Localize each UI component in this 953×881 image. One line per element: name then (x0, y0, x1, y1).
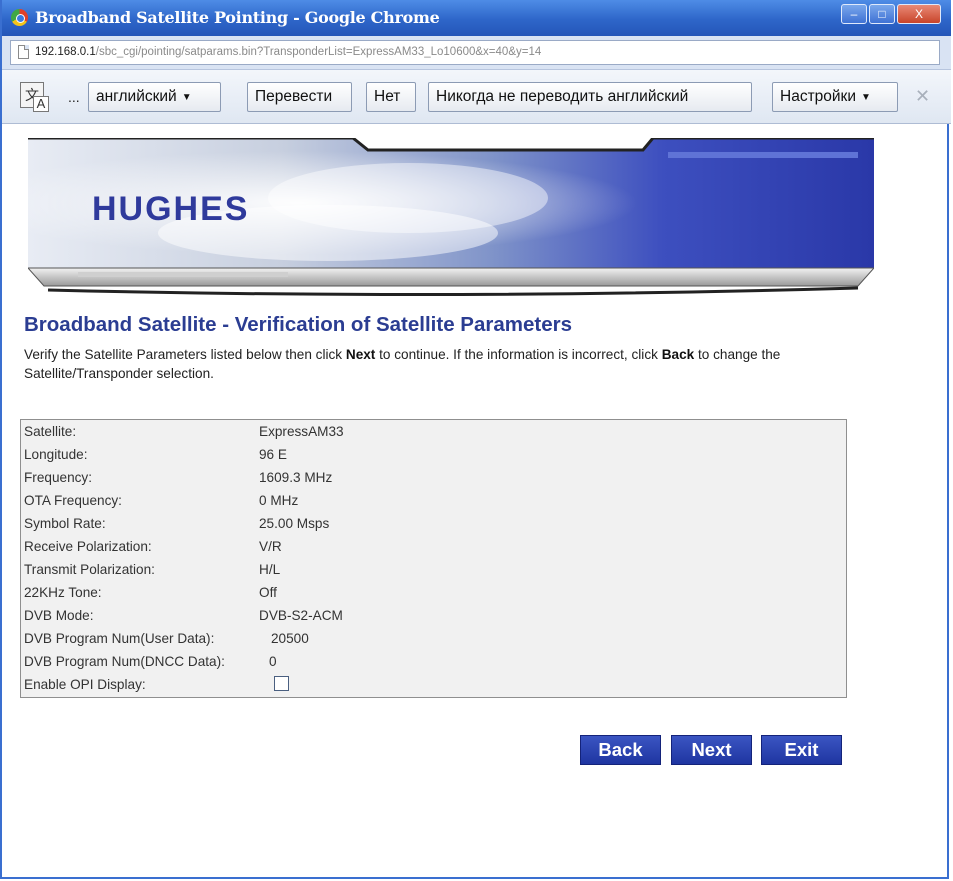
translate-button[interactable]: Перевести (247, 82, 352, 112)
settings-button-label: Настройки (780, 88, 857, 105)
translate-icon-letter: A (33, 96, 49, 112)
next-button[interactable]: Next (671, 735, 752, 765)
satellite-params-panel: Satellite: ExpressAM33 Longitude: 96 E F… (20, 419, 847, 698)
param-value: 20500 (271, 631, 309, 646)
param-value: 25.00 Msps (259, 516, 330, 531)
hughes-banner: HUGHES (28, 138, 874, 297)
address-bar: 192.168.0.1/sbc_cgi/pointing/satparams.b… (2, 36, 951, 70)
param-label: Frequency: (24, 470, 93, 485)
param-label: DVB Program Num(DNCC Data): (24, 654, 225, 669)
close-icon[interactable]: ✕ (915, 86, 930, 107)
maximize-button[interactable]: □ (869, 4, 895, 24)
browser-window: Broadband Satellite Pointing - Google Ch… (0, 0, 951, 879)
param-value: V/R (259, 539, 282, 554)
url-path: /sbc_cgi/pointing/satparams.bin?Transpon… (95, 46, 542, 58)
enable-opi-checkbox[interactable] (274, 676, 289, 691)
param-value: ExpressAM33 (259, 424, 344, 439)
param-value: Off (259, 585, 277, 600)
translate-ellipsis: ... (68, 89, 80, 105)
param-value: 96 E (259, 447, 287, 462)
param-label: Transmit Polarization: (24, 562, 155, 577)
language-select-label: английский (96, 88, 177, 105)
intro-back-keyword: Back (661, 347, 695, 362)
title-bar[interactable]: Broadband Satellite Pointing - Google Ch… (2, 0, 951, 36)
param-label: DVB Program Num(User Data): (24, 631, 215, 646)
param-label: DVB Mode: (24, 608, 94, 623)
translate-bar: 文A ... английский ▼ Перевести Нет Никогда… (2, 70, 951, 124)
minimize-button[interactable]: – (841, 4, 867, 24)
no-translate-button[interactable]: Нет (366, 82, 416, 112)
param-label: Enable OPI Display: (24, 677, 146, 692)
chevron-down-icon: ▼ (181, 91, 192, 103)
close-window-button[interactable]: X (897, 4, 941, 24)
param-label: OTA Frequency: (24, 493, 122, 508)
intro-next-keyword: Next (345, 347, 376, 362)
param-value: H/L (259, 562, 281, 577)
window-title: Broadband Satellite Pointing - Google Ch… (35, 8, 440, 27)
page-title: Broadband Satellite - Verification of Sa… (24, 313, 572, 336)
hughes-logo: HUGHES (92, 190, 249, 228)
never-translate-button[interactable]: Никогда не переводить английский (428, 82, 752, 112)
intro-text-part1: Verify the Satellite Parameters listed b… (24, 347, 346, 362)
intro-text-part2: to continue. If the information is incor… (375, 347, 662, 362)
param-value: 0 (269, 654, 277, 669)
url-field[interactable]: 192.168.0.1/sbc_cgi/pointing/satparams.b… (10, 40, 940, 65)
chrome-logo-icon (11, 9, 28, 26)
window-controls: – □ X (841, 4, 941, 24)
param-label: Symbol Rate: (24, 516, 106, 531)
param-value: 0 MHz (259, 493, 299, 508)
settings-button[interactable]: Настройки ▼ (772, 82, 898, 112)
back-button[interactable]: Back (580, 735, 661, 765)
language-select[interactable]: английский ▼ (88, 82, 221, 112)
page-icon (18, 45, 29, 59)
param-label: Longitude: (24, 447, 88, 462)
exit-button[interactable]: Exit (761, 735, 842, 765)
chevron-down-icon: ▼ (861, 91, 871, 103)
translate-icon: 文A (20, 82, 49, 112)
url-text: 192.168.0.1/sbc_cgi/pointing/satparams.b… (35, 46, 541, 58)
param-label: 22KHz Tone: (24, 585, 102, 600)
param-value: 1609.3 MHz (259, 470, 333, 485)
param-label: Receive Polarization: (24, 539, 152, 554)
intro-text: Verify the Satellite Parameters listed b… (24, 345, 874, 383)
url-host: 192.168.0.1 (35, 46, 96, 58)
param-label: Satellite: (24, 424, 77, 439)
param-value: DVB-S2-ACM (259, 608, 343, 623)
